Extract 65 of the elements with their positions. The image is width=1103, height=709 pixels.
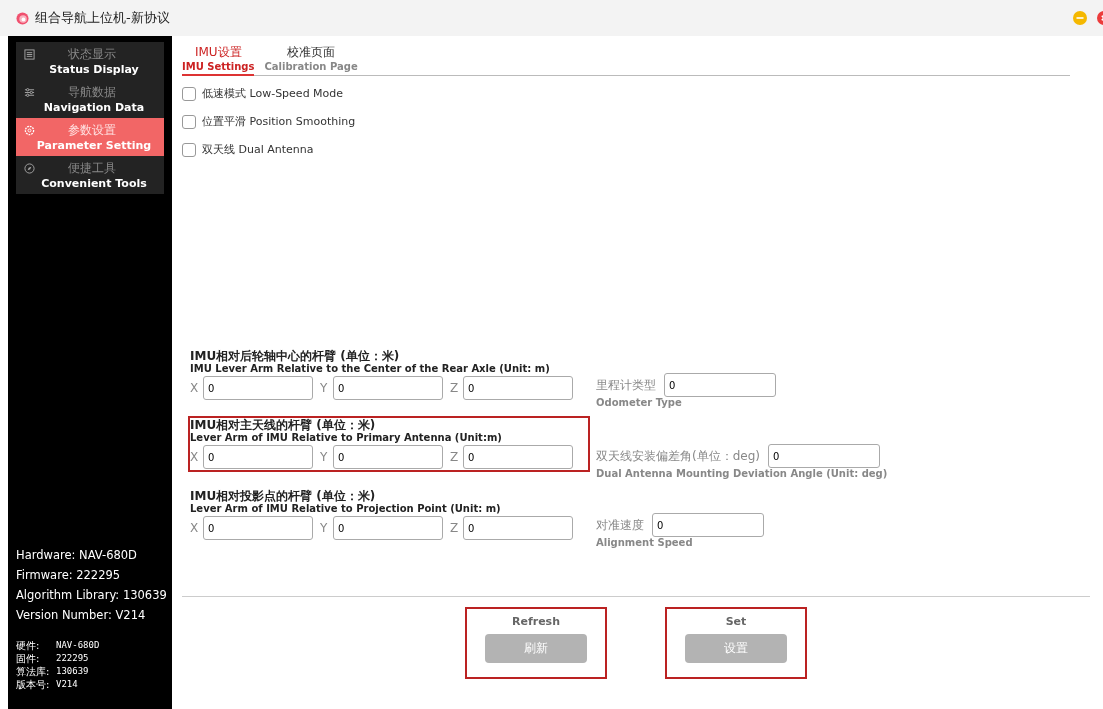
tab[interactable]: IMU设置 IMU Settings [182, 44, 255, 76]
input-field[interactable]: 0 [203, 516, 313, 540]
axis-label: Z [450, 450, 460, 464]
axis-label: Z [450, 381, 460, 395]
sliders-icon [24, 87, 35, 98]
info-value: 130639 [56, 665, 89, 678]
input-field[interactable]: 0 [463, 445, 573, 469]
group-subtitle: Lever Arm of IMU Relative to Primary Antenna (Unit:m) [190, 432, 503, 443]
axis-label: Y [320, 450, 329, 464]
checkbox-label: 低速模式 Low-Speed Mode [202, 86, 344, 101]
field-sublabel: Dual Antenna Mounting Deviation Angle (Unit: deg) [596, 468, 888, 479]
window-title: 组合导航上位机-新协议 [35, 9, 170, 27]
input-field[interactable]: 0 [333, 376, 443, 400]
checkbox[interactable] [182, 86, 196, 101]
device-info-text: Hardware: NAV-680D [16, 547, 138, 564]
input-field[interactable]: 0 [203, 376, 313, 400]
gear-icon [24, 125, 35, 136]
checkbox[interactable] [182, 142, 196, 157]
info-label: 版本号: [16, 678, 51, 691]
checkbox-label: 位置平滑 Position Smoothing [202, 114, 356, 129]
info-label: 硬件: [16, 639, 41, 652]
tab[interactable]: 校准页面 Calibration Page [264, 44, 358, 76]
button-caption: Set [725, 615, 747, 628]
field-sublabel: Odometer Type [596, 397, 683, 408]
input-field[interactable]: 0 [652, 513, 764, 537]
axis-label: Y [320, 521, 329, 535]
input-field[interactable]: 0 [333, 516, 443, 540]
input-field[interactable]: 0 [768, 444, 880, 468]
axis-label: X [190, 450, 200, 464]
sidebar-item[interactable]: 便捷工具 Convenient Tools [16, 156, 164, 194]
checkbox-label: 双天线 Dual Antenna [202, 142, 314, 157]
axis-label: X [190, 381, 200, 395]
grid-icon [24, 49, 35, 60]
minimize-icon[interactable] [1073, 11, 1087, 25]
field-label: 里程计类型 [596, 376, 656, 394]
input-field[interactable]: 0 [463, 516, 573, 540]
group-title: IMU相对投影点的杆臂 (单位：米) [190, 490, 377, 503]
info-value: NAV-680D [56, 639, 100, 652]
axis-label: Y [320, 381, 329, 395]
device-info-text: Firmware: 222295 [16, 567, 122, 584]
info-value: 222295 [56, 652, 89, 665]
compass-icon [24, 163, 35, 174]
axis-label: X [190, 521, 200, 535]
checkbox[interactable] [182, 114, 196, 129]
app-logo-icon [16, 11, 29, 25]
device-info-text: Version Number: V214 [16, 607, 147, 624]
info-value: V214 [56, 678, 78, 691]
input-field[interactable]: 0 [664, 373, 776, 397]
field-label: 对准速度 [596, 516, 644, 534]
group-title: IMU相对后轮轴中心的杆臂 (单位：米) [190, 350, 401, 363]
group-subtitle: Lever Arm of IMU Relative to Projection Point (Unit: m) [190, 503, 502, 514]
info-label: 算法库: [16, 665, 51, 678]
input-field[interactable]: 0 [203, 445, 313, 469]
info-label: 固件: [16, 652, 41, 665]
input-field[interactable]: 0 [333, 445, 443, 469]
group-title: IMU相对主天线的杆臂 (单位：米) [190, 419, 377, 432]
device-info-text: Algorithm Library: 130639 [16, 587, 168, 604]
input-field[interactable]: 0 [463, 376, 573, 400]
field-sublabel: Alignment Speed [596, 537, 694, 548]
group-subtitle: IMU Lever Arm Relative to the Center of the Rear Axle (Unit: m) [190, 363, 551, 374]
sidebar-item[interactable]: 导航数据 Navigation Data [16, 80, 164, 118]
sidebar-item[interactable]: 状态显示 Status Display [16, 42, 164, 80]
field-label: 双天线安装偏差角(单位：deg) [596, 447, 760, 465]
button-caption: Refresh [512, 615, 560, 628]
axis-label: Z [450, 521, 460, 535]
